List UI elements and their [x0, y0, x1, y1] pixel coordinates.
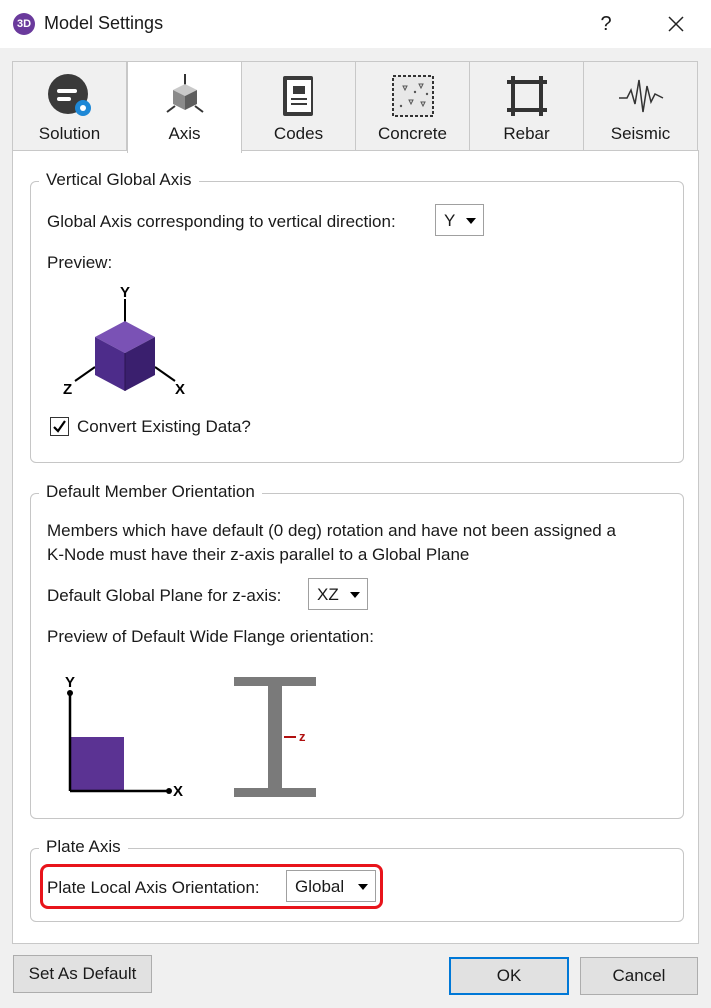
tab-label: Rebar [503, 124, 550, 143]
close-icon [668, 16, 684, 32]
axis-icon [166, 74, 204, 113]
help-button[interactable]: ? [595, 10, 617, 38]
global-plane-dropdown[interactable]: XZ [308, 578, 368, 610]
group-legend: Plate Axis [39, 837, 128, 857]
chevron-down-icon [466, 218, 476, 224]
ok-button[interactable]: OK [449, 957, 569, 995]
dropdown-value: Y [444, 211, 456, 230]
axis-tab-panel: Vertical Global Axis Global Axis corresp… [12, 150, 699, 944]
member-orientation-description-2: K-Node must have their z-axis parallel t… [47, 545, 470, 564]
tab-axis[interactable]: Axis [127, 61, 242, 153]
tab-concrete[interactable]: Concrete [355, 61, 470, 150]
set-as-default-button[interactable]: Set As Default [13, 955, 152, 993]
member-x-label: X [173, 783, 183, 800]
wide-flange-preview: z [234, 677, 316, 797]
solution-icon [48, 74, 91, 116]
seismic-icon [619, 79, 664, 113]
convert-data-label: Convert Existing Data? [77, 417, 251, 436]
highlight-box [40, 864, 383, 909]
chevron-down-icon [350, 592, 360, 598]
group-legend: Vertical Global Axis [39, 170, 199, 190]
window-title: Model Settings [44, 13, 164, 33]
tab-strip: Solution Axis Codes Concrete Rebar Seism… [12, 61, 699, 153]
global-plane-label: Default Global Plane for z-axis: [47, 586, 282, 605]
concrete-icon [392, 75, 434, 117]
cube-y-label: Y [120, 284, 130, 301]
convert-data-checkbox[interactable] [50, 417, 69, 436]
member-orientation-description: Members which have default (0 deg) rotat… [47, 521, 616, 540]
vertical-axis-label: Global Axis corresponding to vertical di… [47, 212, 396, 231]
member-y-label: Y [65, 674, 75, 691]
tab-label: Axis [168, 124, 201, 143]
checkmark-icon [53, 420, 66, 433]
member-axis-preview: Y X [65, 674, 183, 800]
tab-rebar[interactable]: Rebar [469, 61, 584, 150]
app-icon: 3D [13, 13, 35, 35]
cube-z-label: Z [63, 381, 72, 398]
tab-label: Seismic [610, 124, 671, 143]
axis-cube-preview: Y Z X [63, 284, 185, 398]
close-button[interactable] [663, 10, 689, 38]
tab-seismic[interactable]: Seismic [583, 61, 698, 150]
cube-x-label: X [175, 381, 185, 398]
cancel-button[interactable]: Cancel [580, 957, 698, 995]
vertical-axis-dropdown[interactable]: Y [435, 204, 484, 236]
tab-codes[interactable]: Codes [241, 61, 356, 150]
tab-solution[interactable]: Solution [12, 61, 127, 150]
codes-icon [283, 76, 313, 116]
group-legend: Default Member Orientation [39, 482, 262, 502]
tab-label: Solution [38, 124, 101, 143]
tab-label: Codes [273, 124, 324, 143]
wide-flange-preview-label: Preview of Default Wide Flange orientati… [47, 627, 374, 646]
dropdown-value: XZ [317, 585, 339, 604]
title-bar: 3D Model Settings ? [0, 0, 711, 48]
tab-label: Concrete [378, 124, 447, 143]
preview-label: Preview: [47, 253, 113, 272]
flange-z-label: z [299, 729, 306, 744]
rebar-icon [507, 76, 547, 116]
